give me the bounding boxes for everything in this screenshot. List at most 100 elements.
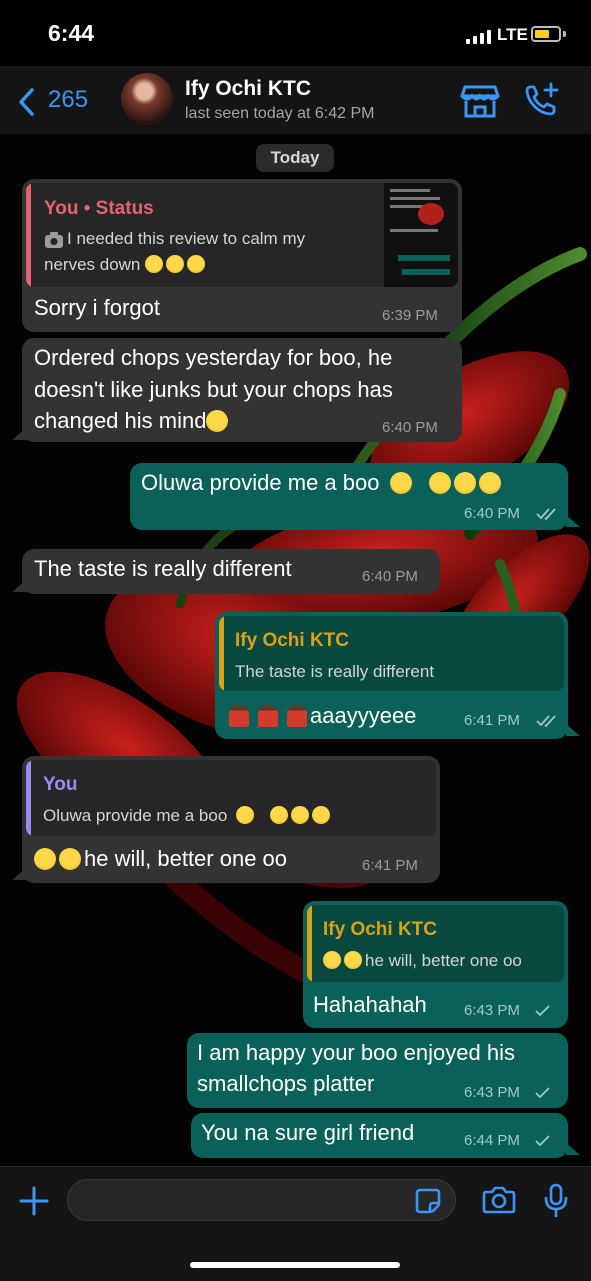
message-input[interactable]: [67, 1179, 456, 1221]
rofl-emoji: [344, 951, 362, 969]
dancer-emoji: [258, 705, 278, 727]
quote-body: The taste is really different: [235, 662, 435, 681]
phone-add-icon[interactable]: [524, 82, 560, 118]
sent-tick-icon: [535, 1005, 550, 1017]
quote-bar: [219, 616, 224, 691]
message-text-line3: changed his mind: [34, 405, 231, 437]
avatar[interactable]: [121, 73, 173, 125]
read-ticks-icon: [536, 508, 556, 521]
sent-tick-icon: [535, 1087, 550, 1099]
battery-tip: [563, 31, 566, 37]
laughing-tears-emoji: [290, 806, 309, 824]
message-text-content: Oluwa provide me a boo: [141, 470, 380, 495]
status-thumbnail: [384, 183, 458, 287]
message-text-content: he will, better one oo: [84, 846, 288, 871]
dancer-emoji: [287, 705, 307, 727]
laughing-tears-emoji: [428, 472, 451, 494]
message-text-content: aaayyyeee: [310, 703, 417, 728]
date-separator: Today: [256, 144, 334, 172]
quote-body: Oluwa provide me a boo: [43, 806, 333, 826]
rofl-emoji: [323, 951, 341, 969]
quote-title: You: [43, 774, 78, 795]
bubble-tail: [12, 428, 26, 440]
battery-icon: [531, 26, 561, 42]
quote-bar: [307, 905, 312, 982]
laughing-tears-emoji: [453, 472, 476, 494]
message-bubble-incoming[interactable]: The taste is really different 6:40 PM: [22, 549, 440, 594]
plus-icon[interactable]: [18, 1185, 50, 1217]
store-icon[interactable]: [460, 83, 500, 119]
bubble-tail: [12, 580, 26, 592]
message-text-line2: smallchops platter: [197, 1071, 375, 1096]
message-time: 6:43 PM: [464, 1002, 520, 1019]
contact-name[interactable]: Ify Ochi KTC: [185, 77, 311, 101]
quote-body: I needed this review to calm my: [67, 229, 306, 248]
quote-title: You • Status: [44, 198, 154, 219]
pleading-face-emoji: [187, 255, 206, 273]
message-bubble-incoming[interactable]: Ordered chops yesterday for boo, he does…: [22, 338, 462, 442]
message-time: 6:44 PM: [464, 1132, 520, 1149]
sticker-icon[interactable]: [414, 1187, 442, 1215]
laughing-tears-emoji: [311, 806, 330, 824]
status-time: 6:44: [48, 20, 95, 46]
pleading-face-emoji: [145, 255, 164, 273]
message-time: 6:40 PM: [464, 505, 520, 522]
quoted-message[interactable]: Ify Ochi KTC The taste is really differe…: [219, 616, 564, 691]
quote-body-text: nerves down: [44, 255, 141, 274]
quoted-message[interactable]: You Oluwa provide me a boo: [26, 760, 436, 836]
bubble-tail: [566, 1143, 580, 1155]
message-text: Oluwa provide me a boo: [141, 467, 504, 499]
message-time: 6:43 PM: [464, 1084, 520, 1101]
message-bubble-outgoing[interactable]: You na sure girl friend 6:44 PM: [191, 1113, 568, 1158]
message-text-line2: doesn't like junks but your chops has: [34, 377, 393, 402]
quote-title: Ify Ochi KTC: [323, 919, 438, 940]
bubble-tail: [566, 515, 580, 527]
microphone-icon[interactable]: [543, 1183, 569, 1219]
message-text: The taste is really different: [34, 556, 292, 581]
quote-bar: [26, 183, 31, 287]
bubble-tail: [12, 868, 26, 880]
bubble-tail: [566, 724, 580, 736]
quoted-message[interactable]: Ify Ochi KTC he will, better one oo: [307, 905, 564, 982]
message-bubble-incoming[interactable]: You • Status I needed this review to cal…: [22, 179, 462, 332]
sent-tick-icon: [535, 1135, 550, 1147]
message-text: aaayyyeee: [229, 700, 416, 732]
back-unread-count[interactable]: 265: [48, 86, 88, 114]
message-time: 6:41 PM: [464, 712, 520, 729]
quote-bar: [26, 760, 31, 836]
last-seen: last seen today at 6:42 PM: [185, 105, 375, 122]
unamused-face-emoji: [236, 806, 255, 824]
message-text: Sorry i forgot: [34, 295, 160, 320]
quoted-status[interactable]: You • Status I needed this review to cal…: [26, 183, 458, 287]
read-ticks-icon: [536, 715, 556, 728]
unamused-face-emoji: [389, 472, 412, 494]
message-bubble-outgoing[interactable]: I am happy your boo enjoyed his smallcho…: [187, 1033, 568, 1108]
chevron-left-icon[interactable]: [16, 87, 38, 117]
message-time: 6:39 PM: [382, 307, 438, 324]
message-bubble-outgoing[interactable]: Oluwa provide me a boo 6:40 PM: [130, 463, 568, 530]
message-bubble-incoming[interactable]: You Oluwa provide me a boo he will, bett…: [22, 756, 440, 883]
dancer-emoji: [229, 705, 249, 727]
message-text: Hahahahah: [313, 992, 427, 1017]
home-indicator: [190, 1262, 400, 1268]
quote-body-line2: nerves down: [44, 255, 208, 275]
message-text-line1: I am happy your boo enjoyed his: [197, 1040, 515, 1065]
laughing-tears-emoji: [269, 806, 288, 824]
camera-icon: [45, 232, 63, 248]
camera-icon[interactable]: [482, 1185, 516, 1215]
rofl-emoji: [34, 848, 56, 870]
message-text-content: changed his mind: [34, 408, 207, 433]
laughing-tears-emoji: [478, 472, 501, 494]
network-type: LTE: [497, 25, 528, 44]
quote-title: Ify Ochi KTC: [235, 630, 350, 651]
message-time: 6:40 PM: [382, 419, 438, 436]
message-text-line1: Ordered chops yesterday for boo, he: [34, 345, 393, 370]
message-bubble-outgoing[interactable]: Ify Ochi KTC he will, better one oo Haha…: [303, 901, 568, 1028]
signal-icon: [466, 30, 491, 44]
quote-body-text: he will, better one oo: [365, 951, 522, 970]
rofl-emoji: [59, 848, 81, 870]
quote-body-text: Oluwa provide me a boo: [43, 806, 228, 825]
message-text: he will, better one oo: [34, 843, 287, 875]
message-bubble-outgoing[interactable]: Ify Ochi KTC The taste is really differe…: [215, 612, 568, 739]
message-time: 6:41 PM: [362, 857, 418, 874]
